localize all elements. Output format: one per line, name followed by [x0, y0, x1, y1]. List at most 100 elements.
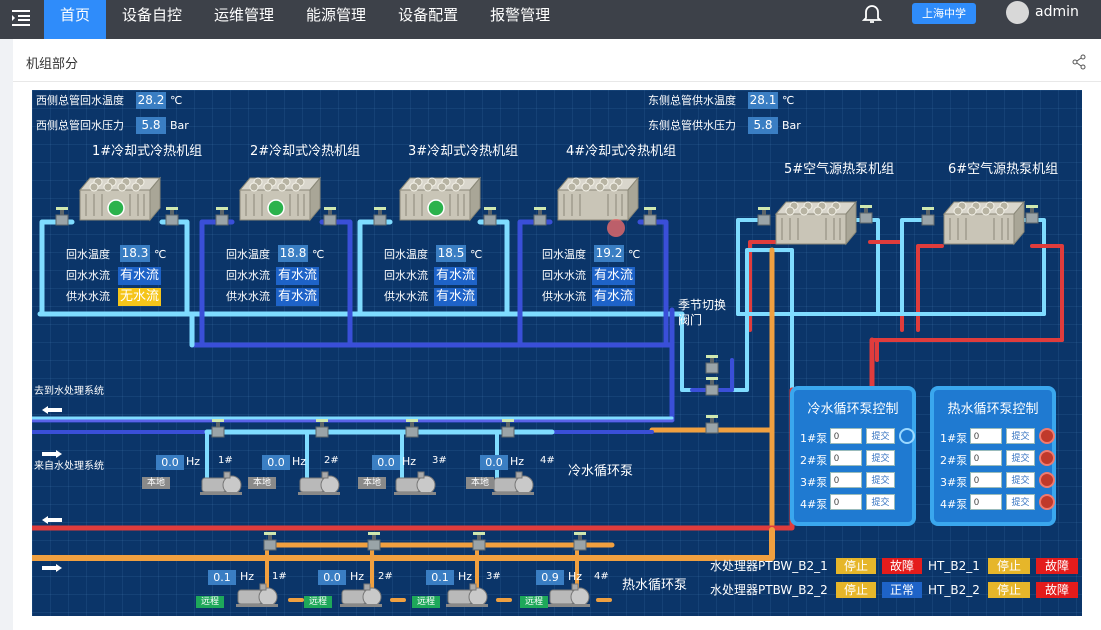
power-icon[interactable] — [899, 428, 915, 444]
unit-3-temp-unit: ℃ — [470, 248, 483, 261]
hot-control-row-3-input[interactable] — [970, 472, 1002, 488]
hot-control-row-1-input[interactable] — [970, 428, 1002, 444]
east-supply-press-label: 东侧总管供水压力 — [648, 119, 736, 132]
east-supply-temp-unit: ℃ — [782, 94, 795, 107]
hot-pump-1-hz-unit: Hz — [240, 570, 255, 583]
west-return-temp-value: 28.2 — [136, 92, 166, 109]
nav-item-equipment-control[interactable]: 设备自控 — [106, 0, 198, 39]
water-treatment-1-status[interactable]: 停止 — [836, 558, 876, 574]
hot-pump-3-hz-unit: Hz — [458, 570, 473, 583]
unit-4-temp-unit: ℃ — [628, 248, 641, 261]
unit-3-supply-flow-label: 供水水流 — [384, 290, 428, 303]
ht-1-state[interactable]: 故障 — [1036, 558, 1078, 574]
cold-pump-1-hz: 0.0 — [156, 455, 184, 470]
hot-control-row-1-submit[interactable]: 提交 — [1006, 428, 1035, 444]
unit-4-supply-flow-label: 供水水流 — [542, 290, 586, 303]
unit-1-return-temp: 18.3 — [120, 245, 150, 262]
ht-2-status[interactable]: 停止 — [988, 582, 1030, 598]
hot-pump-2-hz-unit: Hz — [350, 570, 365, 583]
cold-control-row-2-input[interactable] — [830, 450, 862, 466]
unit-4-return-flow-label: 回水水流 — [542, 269, 586, 282]
unit-1-supply-flow-label: 供水水流 — [66, 290, 110, 303]
menu-toggle-icon[interactable] — [9, 6, 33, 30]
panel-divider — [13, 81, 1101, 82]
cold-control-row-2-submit[interactable]: 提交 — [866, 450, 895, 466]
hot-control-row-4-submit[interactable]: 提交 — [1006, 494, 1035, 510]
bell-icon[interactable] — [860, 1, 884, 25]
cold-control-row-1-submit[interactable]: 提交 — [866, 428, 895, 444]
main-nav: 首页 设备自控 运维管理 能源管理 设备配置 报警管理 — [44, 0, 566, 39]
school-selector[interactable]: 上海中学 — [912, 3, 976, 24]
unit-2-return-flow: 有水流 — [276, 267, 320, 285]
cold-control-row-3-submit[interactable]: 提交 — [866, 472, 895, 488]
hot-pump-group-label: 热水循环泵 — [622, 578, 688, 593]
east-supply-press-unit: Bar — [782, 119, 801, 132]
nav-item-equipment-config[interactable]: 设备配置 — [382, 0, 474, 39]
cold-control-row-4-label: 4#泵 — [800, 498, 828, 511]
cold-control-row-3-input[interactable] — [830, 472, 862, 488]
cold-control-row-2-label: 2#泵 — [800, 454, 828, 467]
unit-3-return-flow-label: 回水水流 — [384, 269, 428, 282]
nav-item-alarms[interactable]: 报警管理 — [474, 0, 566, 39]
east-supply-temp-value: 28.1 — [748, 92, 778, 109]
hot-pump-4-hz: 0.9 — [536, 570, 564, 585]
nav-item-operations[interactable]: 运维管理 — [198, 0, 290, 39]
hot-control-row-3-submit[interactable]: 提交 — [1006, 472, 1035, 488]
power-icon[interactable] — [1039, 428, 1055, 444]
power-icon[interactable] — [1039, 450, 1055, 466]
hot-control-row-2-label: 2#泵 — [940, 454, 968, 467]
hot-pump-3-mode: 远程 — [412, 596, 441, 608]
cold-pump-3-hz: 0.0 — [372, 455, 400, 470]
unit-1-supply-flow: 无水流 — [118, 288, 162, 306]
hot-control-row-4-input[interactable] — [970, 494, 1002, 510]
hot-pump-control-panel: 热水循环泵控制 1#泵 提交 2#泵 提交 3#泵 提交 4#泵 提交 — [930, 386, 1056, 526]
hot-control-row-4-label: 4#泵 — [940, 498, 968, 511]
heatpump-6-name: 6#空气源热泵机组 — [948, 162, 1059, 177]
west-return-press-label: 西侧总管回水压力 — [36, 119, 124, 132]
cold-control-row-4-input[interactable] — [830, 494, 862, 510]
cold-control-row-3: 3#泵 提交 — [800, 472, 910, 490]
water-treatment-2-status[interactable]: 停止 — [836, 582, 876, 598]
power-icon[interactable] — [1039, 494, 1055, 510]
hot-pump-3-hz: 0.1 — [426, 570, 454, 585]
cold-control-row-1-label: 1#泵 — [800, 432, 828, 445]
unit-4-supply-flow: 有水流 — [592, 288, 636, 306]
east-supply-press-value: 5.8 — [748, 117, 778, 134]
unit-2-supply-flow: 有水流 — [276, 288, 320, 306]
cold-pump-control-panel: 冷水循环泵控制 1#泵 提交 2#泵 提交 3#泵 提交 4#泵 提交 — [790, 386, 916, 526]
unit-1-return-flow-label: 回水水流 — [66, 269, 110, 282]
nav-item-home[interactable]: 首页 — [44, 0, 107, 39]
avatar[interactable] — [1006, 1, 1029, 24]
unit-1-name: 1#冷却式冷热机组 — [92, 144, 203, 159]
cold-control-row-1-input[interactable] — [830, 428, 862, 444]
east-supply-temp-label: 东侧总管供水温度 — [648, 94, 736, 107]
hot-control-row-2-submit[interactable]: 提交 — [1006, 450, 1035, 466]
hot-pump-3-id: 3# — [486, 571, 501, 582]
west-return-temp-unit: ℃ — [170, 94, 183, 107]
hot-pump-1-id: 1# — [272, 571, 287, 582]
nav-item-energy[interactable]: 能源管理 — [290, 0, 382, 39]
water-treatment-1-state[interactable]: 故障 — [882, 558, 922, 574]
hot-pump-2-mode: 远程 — [304, 596, 333, 608]
cold-pump-2-hz-unit: Hz — [292, 455, 307, 468]
cold-control-row-2: 2#泵 提交 — [800, 450, 910, 468]
unit-1-temp-unit: ℃ — [154, 248, 167, 261]
ht-1-status[interactable]: 停止 — [988, 558, 1030, 574]
unit-3-name: 3#冷却式冷热机组 — [408, 144, 519, 159]
season-valve-label-2: 阀门 — [678, 313, 703, 327]
unit-3-return-temp-label: 回水温度 — [384, 248, 428, 261]
west-return-temp-label: 西侧总管回水温度 — [36, 94, 124, 107]
username[interactable]: admin — [1035, 4, 1079, 20]
cold-control-row-4-submit[interactable]: 提交 — [866, 494, 895, 510]
cold-pump-3-id: 3# — [432, 455, 447, 466]
cold-pump-4-hz: 0.0 — [480, 455, 508, 470]
power-icon[interactable] — [1039, 472, 1055, 488]
hot-control-row-2-input[interactable] — [970, 450, 1002, 466]
water-treatment-1-name: 水处理器PTBW_B2_1 — [710, 559, 828, 573]
water-treatment-2-state[interactable]: 正常 — [882, 582, 922, 598]
ht-2-state[interactable]: 故障 — [1036, 582, 1078, 598]
cold-pump-3-mode: 本地 — [358, 477, 387, 489]
share-icon[interactable] — [1071, 54, 1087, 70]
ht-2-name: HT_B2_2 — [928, 583, 980, 597]
hot-control-row-3-label: 3#泵 — [940, 476, 968, 489]
